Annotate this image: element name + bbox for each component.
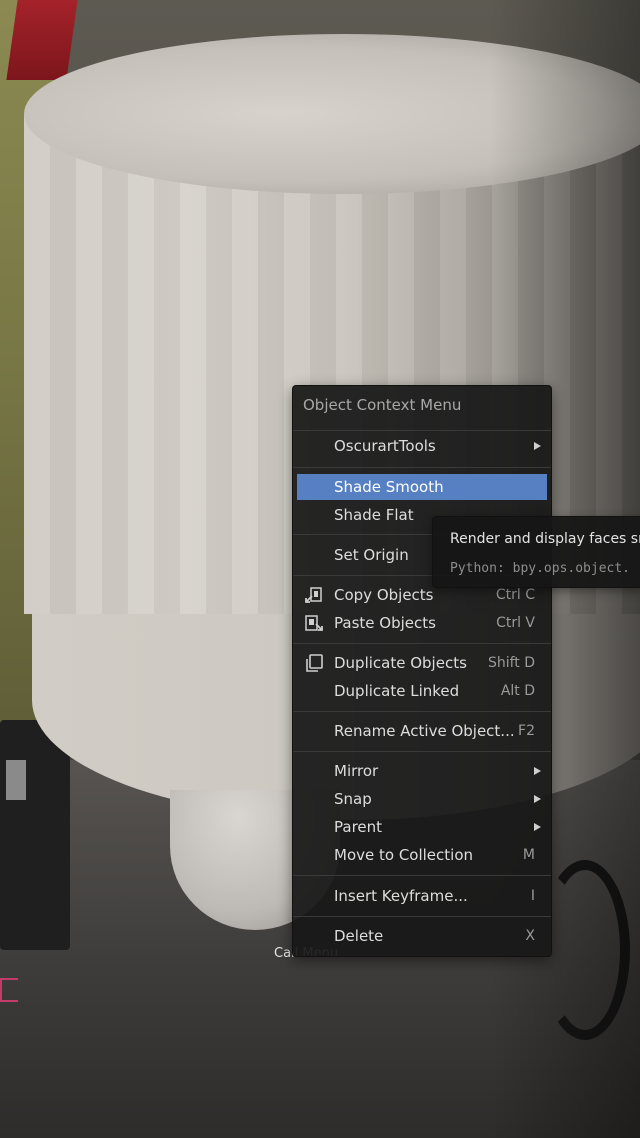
shortcut-label: F2 [518, 723, 535, 739]
menu-item-insert-keyframe[interactable]: Insert Keyframe... I [293, 883, 551, 909]
object-context-menu: Object Context Menu OscurartTools Shade … [292, 385, 552, 957]
menu-item-label: Shade Smooth [334, 478, 444, 496]
menu-item-rename-active-object[interactable]: Rename Active Object... F2 [293, 718, 551, 744]
divider [293, 875, 551, 876]
menu-item-delete[interactable]: Delete X [293, 923, 551, 949]
menu-item-move-to-collection[interactable]: Move to Collection M [293, 842, 551, 868]
divider [293, 916, 551, 917]
menu-item-label: Set Origin [334, 546, 409, 564]
menu-item-duplicate-linked[interactable]: Duplicate Linked Alt D [293, 678, 551, 704]
menu-item-duplicate-objects[interactable]: Duplicate Objects Shift D [293, 650, 551, 676]
shortcut-label: X [525, 928, 535, 944]
copy-icon [305, 587, 322, 603]
menu-item-paste-objects[interactable]: Paste Objects Ctrl V [293, 610, 551, 636]
menu-item-label: OscurartTools [334, 437, 436, 455]
menu-item-label: Paste Objects [334, 614, 436, 632]
black-device [0, 720, 70, 950]
menu-item-label: Duplicate Linked [334, 682, 460, 700]
menu-item-label: Parent [334, 818, 383, 836]
menu-item-label: Snap [334, 790, 372, 808]
menu-item-label: Copy Objects [334, 586, 434, 604]
menu-item-label: Delete [334, 927, 384, 945]
shortcut-label: M [522, 847, 535, 863]
menu-item-label: Insert Keyframe... [334, 887, 468, 905]
viewport-edge-marker [0, 978, 18, 1002]
shortcut-label: Shift D [487, 655, 535, 671]
tooltip-description: Render and display faces sn [450, 531, 640, 547]
submenu-arrow-icon [534, 767, 541, 775]
paste-icon [305, 615, 323, 631]
menu-item-label: Move to Collection [334, 846, 474, 864]
tooltip: Render and display faces sn Python: bpy.… [432, 516, 640, 588]
menu-title: Object Context Menu [303, 396, 462, 414]
shortcut-label: Alt D [500, 683, 535, 699]
tooltip-python: Python: bpy.ops.object. [450, 561, 631, 576]
menu-item-label: Rename Active Object... [334, 722, 515, 740]
menu-item-label: Shade Flat [334, 506, 414, 524]
menu-item-parent[interactable]: Parent [293, 814, 551, 840]
duplicate-icon [306, 654, 323, 672]
submenu-arrow-icon [534, 823, 541, 831]
menu-item-mirror[interactable]: Mirror [293, 758, 551, 784]
divider [293, 751, 551, 752]
red-object [6, 0, 78, 80]
menu-item-oscurarttools[interactable]: OscurartTools [293, 433, 551, 459]
menu-item-snap[interactable]: Snap [293, 786, 551, 812]
menu-item-shade-smooth[interactable]: Shade Smooth [297, 474, 547, 500]
shortcut-label: Ctrl V [496, 615, 535, 631]
divider [293, 430, 551, 431]
divider [293, 711, 551, 712]
submenu-arrow-icon [534, 442, 541, 450]
menu-item-label: Duplicate Objects [334, 654, 467, 672]
menu-item-label: Mirror [334, 762, 379, 780]
device-screen [6, 760, 26, 800]
divider [293, 643, 551, 644]
divider [293, 467, 551, 468]
submenu-arrow-icon [534, 795, 541, 803]
shortcut-label: Ctrl C [495, 587, 535, 603]
shortcut-label: I [530, 888, 535, 904]
